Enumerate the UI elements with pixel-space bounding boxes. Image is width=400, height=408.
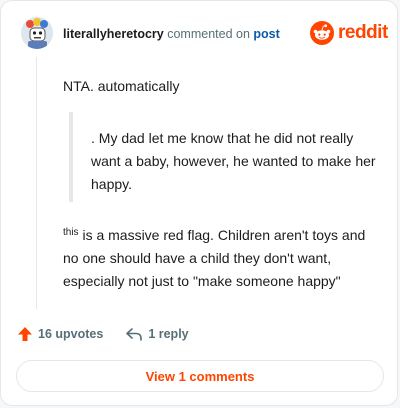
username-link[interactable]: literallyheretocry xyxy=(63,27,164,41)
quote-bar xyxy=(69,112,73,202)
comment-body: this is a massive red flag. Children are… xyxy=(63,221,383,293)
upvote-arrow-icon xyxy=(18,327,32,341)
reply-arrow-icon xyxy=(126,328,143,341)
reddit-logo-icon xyxy=(310,21,334,45)
quoted-text: . My dad let me know that he did not rea… xyxy=(91,130,376,192)
view-comments-button[interactable]: View 1 comments xyxy=(16,360,384,392)
comment-header: literallyheretocry commented on post xyxy=(63,27,280,41)
reddit-wordmark: reddit xyxy=(338,22,388,43)
superscript-text: this xyxy=(63,227,79,238)
reddit-brand[interactable]: reddit xyxy=(310,21,388,45)
comment-card: literallyheretocry commented on post red… xyxy=(0,0,398,406)
thread-line[interactable] xyxy=(36,57,37,309)
user-avatar[interactable] xyxy=(21,17,53,49)
commented-on-text: commented on xyxy=(167,27,250,41)
reply-count: 1 reply xyxy=(148,327,189,341)
upvote-count: 16 upvotes xyxy=(38,327,104,341)
avatar-icon xyxy=(21,17,53,49)
upvote-button[interactable]: 16 upvotes xyxy=(17,326,103,342)
post-link[interactable]: post xyxy=(253,27,279,41)
reply-button[interactable]: 1 reply xyxy=(125,326,189,342)
comment-actions: 16 upvotes 1 reply xyxy=(17,326,189,342)
comment-intro: NTA. automatically xyxy=(63,78,180,94)
comment-body-text: is a massive red flag. Children aren't t… xyxy=(63,227,366,289)
